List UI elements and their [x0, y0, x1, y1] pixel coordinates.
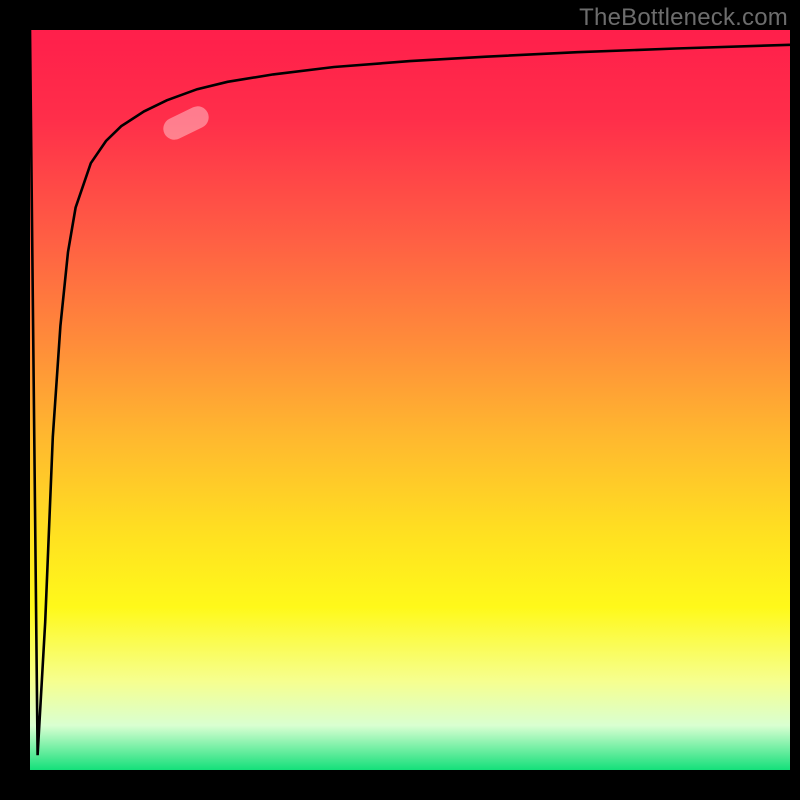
- curve-line: [30, 30, 790, 770]
- watermark-label: TheBottleneck.com: [579, 4, 788, 32]
- chart-frame: TheBottleneck.com: [0, 0, 800, 800]
- plot-area: [30, 30, 790, 770]
